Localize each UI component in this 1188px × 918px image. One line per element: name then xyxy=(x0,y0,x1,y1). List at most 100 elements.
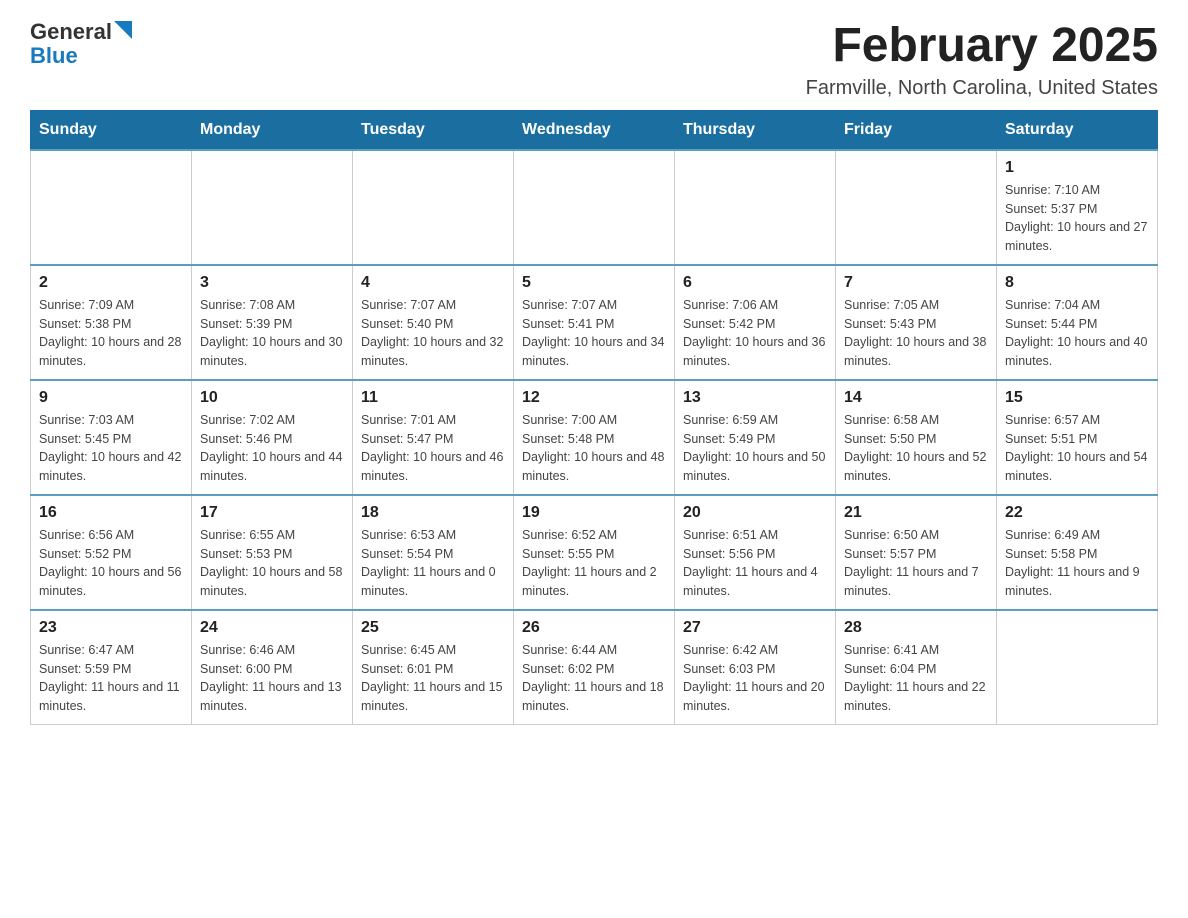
calendar-cell xyxy=(997,610,1158,725)
logo-triangle-icon xyxy=(114,21,132,39)
day-info: Sunrise: 6:55 AMSunset: 5:53 PMDaylight:… xyxy=(200,526,344,601)
day-number: 3 xyxy=(200,274,344,292)
day-info: Sunrise: 6:52 AMSunset: 5:55 PMDaylight:… xyxy=(522,526,666,601)
calendar-cell: 15Sunrise: 6:57 AMSunset: 5:51 PMDayligh… xyxy=(997,380,1158,495)
day-info: Sunrise: 7:07 AMSunset: 5:41 PMDaylight:… xyxy=(522,296,666,371)
day-info: Sunrise: 7:01 AMSunset: 5:47 PMDaylight:… xyxy=(361,411,505,486)
location-title: Farmville, North Carolina, United States xyxy=(806,77,1158,100)
day-number: 18 xyxy=(361,504,505,522)
day-info: Sunrise: 6:49 AMSunset: 5:58 PMDaylight:… xyxy=(1005,526,1149,601)
day-info: Sunrise: 7:06 AMSunset: 5:42 PMDaylight:… xyxy=(683,296,827,371)
day-number: 11 xyxy=(361,389,505,407)
calendar-cell: 25 Sunrise: 6:45 AMSunset: 6:01 PMDayligh… xyxy=(353,610,514,725)
calendar-cell: 11 Sunrise: 7:01 AMSunset: 5:47 PMDayligh… xyxy=(353,380,514,495)
day-number: 27 xyxy=(683,619,827,637)
day-number: 2 xyxy=(39,274,183,292)
weekday-header-friday: Friday xyxy=(836,110,997,150)
calendar-cell xyxy=(31,150,192,265)
calendar-cell: 23 Sunrise: 6:47 AMSunset: 5:59 PMDayligh… xyxy=(31,610,192,725)
day-info: Sunrise: 6:58 AMSunset: 5:50 PMDaylight:… xyxy=(844,411,988,486)
day-info: Sunrise: 7:00 AMSunset: 5:48 PMDaylight:… xyxy=(522,411,666,486)
day-info: Sunrise: 6:42 AMSunset: 6:03 PMDaylight:… xyxy=(683,641,827,716)
day-info: Sunrise: 7:09 AMSunset: 5:38 PMDaylight:… xyxy=(39,296,183,371)
calendar-cell: 28 Sunrise: 6:41 AMSunset: 6:04 PMDayligh… xyxy=(836,610,997,725)
weekday-header-monday: Monday xyxy=(192,110,353,150)
day-number: 23 xyxy=(39,619,183,637)
day-number: 19 xyxy=(522,504,666,522)
calendar-cell xyxy=(353,150,514,265)
day-number: 6 xyxy=(683,274,827,292)
day-number: 17 xyxy=(200,504,344,522)
day-info: Sunrise: 6:50 AMSunset: 5:57 PMDaylight:… xyxy=(844,526,988,601)
day-number: 1 xyxy=(1005,159,1149,177)
calendar-cell: 27 Sunrise: 6:42 AMSunset: 6:03 PMDayligh… xyxy=(675,610,836,725)
weekday-header-saturday: Saturday xyxy=(997,110,1158,150)
weekday-header-row: SundayMondayTuesdayWednesdayThursdayFrid… xyxy=(31,110,1158,150)
week-row-4: 16Sunrise: 6:56 AMSunset: 5:52 PMDayligh… xyxy=(31,495,1158,610)
day-number: 7 xyxy=(844,274,988,292)
weekday-header-tuesday: Tuesday xyxy=(353,110,514,150)
day-info: Sunrise: 7:02 AMSunset: 5:46 PMDaylight:… xyxy=(200,411,344,486)
day-number: 22 xyxy=(1005,504,1149,522)
page-header: General Blue February 2025 Farmville, No… xyxy=(30,20,1158,100)
calendar-cell: 17 Sunrise: 6:55 AMSunset: 5:53 PMDayligh… xyxy=(192,495,353,610)
day-number: 10 xyxy=(200,389,344,407)
day-number: 14 xyxy=(844,389,988,407)
day-info: Sunrise: 6:46 AMSunset: 6:00 PMDaylight:… xyxy=(200,641,344,716)
day-info: Sunrise: 7:08 AMSunset: 5:39 PMDaylight:… xyxy=(200,296,344,371)
weekday-header-sunday: Sunday xyxy=(31,110,192,150)
day-number: 9 xyxy=(39,389,183,407)
calendar-cell: 18 Sunrise: 6:53 AMSunset: 5:54 PMDayligh… xyxy=(353,495,514,610)
calendar-cell: 2 Sunrise: 7:09 AMSunset: 5:38 PMDaylight… xyxy=(31,265,192,380)
day-info: Sunrise: 6:53 AMSunset: 5:54 PMDaylight:… xyxy=(361,526,505,601)
day-info: Sunrise: 6:51 AMSunset: 5:56 PMDaylight:… xyxy=(683,526,827,601)
day-number: 28 xyxy=(844,619,988,637)
calendar-cell xyxy=(836,150,997,265)
day-info: Sunrise: 6:57 AMSunset: 5:51 PMDaylight:… xyxy=(1005,411,1149,486)
day-info: Sunrise: 6:41 AMSunset: 6:04 PMDaylight:… xyxy=(844,641,988,716)
weekday-header-wednesday: Wednesday xyxy=(514,110,675,150)
calendar-cell: 13 Sunrise: 6:59 AMSunset: 5:49 PMDayligh… xyxy=(675,380,836,495)
day-number: 13 xyxy=(683,389,827,407)
day-info: Sunrise: 7:07 AMSunset: 5:40 PMDaylight:… xyxy=(361,296,505,371)
day-number: 4 xyxy=(361,274,505,292)
calendar-cell xyxy=(192,150,353,265)
day-number: 5 xyxy=(522,274,666,292)
day-number: 24 xyxy=(200,619,344,637)
month-title: February 2025 xyxy=(806,20,1158,73)
day-info: Sunrise: 7:05 AMSunset: 5:43 PMDaylight:… xyxy=(844,296,988,371)
day-number: 21 xyxy=(844,504,988,522)
logo-general: General xyxy=(30,20,112,44)
calendar-cell: 4 Sunrise: 7:07 AMSunset: 5:40 PMDaylight… xyxy=(353,265,514,380)
day-info: Sunrise: 6:56 AMSunset: 5:52 PMDaylight:… xyxy=(39,526,183,601)
day-number: 25 xyxy=(361,619,505,637)
day-info: Sunrise: 6:59 AMSunset: 5:49 PMDaylight:… xyxy=(683,411,827,486)
day-info: Sunrise: 6:45 AMSunset: 6:01 PMDaylight:… xyxy=(361,641,505,716)
calendar-cell: 7 Sunrise: 7:05 AMSunset: 5:43 PMDaylight… xyxy=(836,265,997,380)
day-info: Sunrise: 6:44 AMSunset: 6:02 PMDaylight:… xyxy=(522,641,666,716)
calendar-cell: 9 Sunrise: 7:03 AMSunset: 5:45 PMDaylight… xyxy=(31,380,192,495)
calendar-cell: 3 Sunrise: 7:08 AMSunset: 5:39 PMDaylight… xyxy=(192,265,353,380)
calendar-cell: 12 Sunrise: 7:00 AMSunset: 5:48 PMDayligh… xyxy=(514,380,675,495)
day-info: Sunrise: 7:10 AMSunset: 5:37 PMDaylight:… xyxy=(1005,181,1149,256)
calendar-cell: 14 Sunrise: 6:58 AMSunset: 5:50 PMDayligh… xyxy=(836,380,997,495)
calendar-cell: 21 Sunrise: 6:50 AMSunset: 5:57 PMDayligh… xyxy=(836,495,997,610)
day-info: Sunrise: 7:03 AMSunset: 5:45 PMDaylight:… xyxy=(39,411,183,486)
day-number: 12 xyxy=(522,389,666,407)
calendar-cell xyxy=(675,150,836,265)
day-number: 20 xyxy=(683,504,827,522)
calendar-cell: 22 Sunrise: 6:49 AMSunset: 5:58 PMDayligh… xyxy=(997,495,1158,610)
calendar-cell: 24 Sunrise: 6:46 AMSunset: 6:00 PMDayligh… xyxy=(192,610,353,725)
week-row-5: 23 Sunrise: 6:47 AMSunset: 5:59 PMDayligh… xyxy=(31,610,1158,725)
calendar-cell: 19 Sunrise: 6:52 AMSunset: 5:55 PMDayligh… xyxy=(514,495,675,610)
day-number: 26 xyxy=(522,619,666,637)
day-info: Sunrise: 6:47 AMSunset: 5:59 PMDaylight:… xyxy=(39,641,183,716)
calendar-cell: 26 Sunrise: 6:44 AMSunset: 6:02 PMDayligh… xyxy=(514,610,675,725)
calendar-cell: 16Sunrise: 6:56 AMSunset: 5:52 PMDayligh… xyxy=(31,495,192,610)
calendar-cell xyxy=(514,150,675,265)
logo: General Blue xyxy=(30,20,132,68)
weekday-header-thursday: Thursday xyxy=(675,110,836,150)
title-section: February 2025 Farmville, North Carolina,… xyxy=(806,20,1158,100)
logo-blue: Blue xyxy=(30,44,78,68)
day-info: Sunrise: 7:04 AMSunset: 5:44 PMDaylight:… xyxy=(1005,296,1149,371)
